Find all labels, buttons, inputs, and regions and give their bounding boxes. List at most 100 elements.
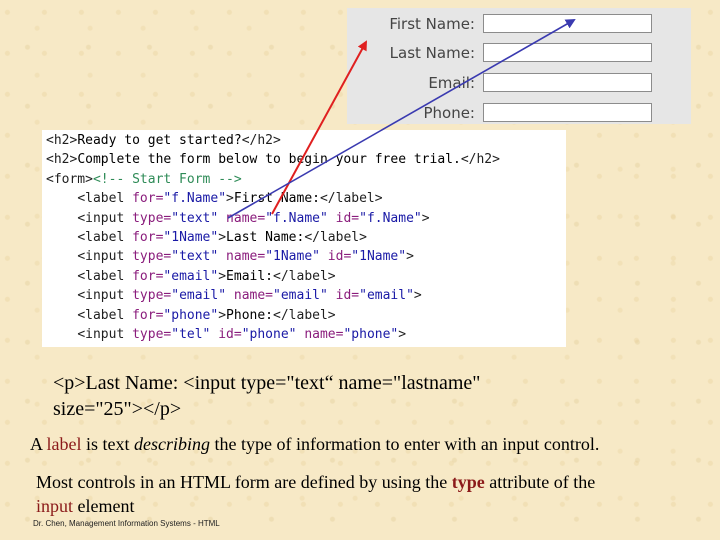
type-sentence-part-a: Most controls in an HTML form are define…: [36, 472, 452, 492]
code-token: <input: [77, 210, 133, 226]
code-line: <input type="text" name="f.Name" id="f.N…: [46, 209, 430, 228]
type-attribute-sentence-line-2: input element: [36, 496, 135, 517]
code-line: <input type="email" name="email" id="ema…: [46, 286, 422, 305]
code-token: for=: [132, 268, 164, 284]
code-token: for=: [132, 230, 164, 245]
label-sentence-part-b: is text: [81, 434, 134, 454]
code-line: <label for="phone">Phone:</label>: [46, 306, 336, 325]
code-token: name=: [226, 288, 274, 304]
form-row-first-name: First Name:: [347, 12, 691, 36]
code-token: </label>: [304, 230, 367, 245]
code-token: type=: [132, 327, 172, 342]
code-token: Ready to get started?: [77, 133, 242, 148]
code-token: <label: [77, 230, 133, 245]
code-line: <input type="text" name="1Name" id="1Nam…: [46, 247, 414, 266]
code-line: <input type="tel" id="phone" name="phone…: [46, 325, 406, 344]
label-sentence-part-a: A: [30, 434, 47, 454]
code-token: name=: [218, 249, 266, 265]
code-token: >: [421, 210, 430, 226]
code-token: <h2>: [46, 133, 78, 148]
form-row-phone: Phone:: [347, 101, 691, 125]
code-token: >: [226, 191, 234, 207]
code-token: type=: [132, 210, 172, 226]
html-code-screenshot: <h2>Ready to get started?</h2> <h2>Comple…: [42, 130, 566, 347]
example-code-line-2: size="25"></p>: [53, 398, 182, 420]
last-name-label: Last Name:: [389, 44, 475, 62]
code-token: Phone:: [226, 307, 274, 323]
code-token: </label>: [273, 268, 336, 284]
code-line: <label for="1Name">Last Name:</label>: [46, 228, 367, 247]
code-token: <label: [77, 191, 133, 207]
code-token: >: [218, 307, 227, 323]
code-line: <label for="email">Email:</label>: [46, 267, 336, 286]
code-line: <label for="f.Name">First Name:</label>: [46, 189, 383, 208]
form-preview-screenshot: First Name: Last Name: Email: Phone:: [347, 8, 691, 124]
code-token: Email:: [226, 268, 274, 284]
email-label: Email:: [428, 74, 475, 92]
code-token: Complete the form below to begin your fr…: [77, 152, 461, 168]
code-token: "email": [359, 288, 414, 304]
code-token: First Name:: [233, 191, 320, 207]
describing-emphasis: describing: [134, 434, 210, 454]
phone-input[interactable]: [483, 103, 652, 122]
code-token: <!-- Start Form -->: [92, 171, 242, 187]
label-sentence-part-c: the type of information to enter with an…: [210, 434, 600, 454]
code-token: </label>: [273, 307, 336, 323]
first-name-label: First Name:: [389, 15, 475, 33]
input-keyword: input: [36, 496, 74, 516]
email-input[interactable]: [483, 73, 652, 92]
phone-label: Phone:: [423, 104, 475, 122]
code-token: "f.Name": [265, 210, 328, 226]
code-token: name=: [296, 327, 344, 342]
form-row-last-name: Last Name:: [347, 41, 691, 65]
code-token: id=: [327, 210, 360, 226]
form-row-email: Email:: [347, 71, 691, 95]
code-token: "email": [171, 288, 227, 304]
code-token: <label: [77, 307, 133, 323]
last-name-input[interactable]: [483, 43, 652, 62]
code-token: <input: [77, 327, 133, 342]
code-token: "text": [171, 210, 219, 226]
code-token: for=: [132, 191, 164, 207]
code-token: <input: [77, 249, 133, 265]
first-name-input[interactable]: [483, 14, 652, 33]
code-token: >: [406, 249, 414, 265]
code-line: <h2>Ready to get started?</h2>: [46, 131, 281, 150]
code-token: </label>: [319, 191, 383, 207]
type-sentence-part-b: attribute of the: [484, 472, 596, 492]
type-attribute-sentence-line-1: Most controls in an HTML form are define…: [36, 472, 595, 493]
code-token: <label: [77, 268, 133, 284]
code-token: <form>: [46, 171, 93, 187]
code-token: "1Name": [163, 230, 219, 245]
code-token: "1Name": [265, 249, 320, 265]
label-keyword: label: [46, 434, 82, 454]
type-sentence-part-c: element: [73, 496, 135, 516]
code-token: "f.Name": [359, 210, 422, 226]
slide-footer: Dr. Chen, Management Information Systems…: [33, 519, 220, 528]
code-token: "phone": [241, 327, 297, 342]
code-token: Last Name:: [226, 230, 305, 245]
code-token: >: [413, 288, 422, 304]
code-token: id=: [319, 249, 352, 265]
code-line: <form><!-- Start Form -->: [46, 170, 242, 189]
code-token: "phone": [343, 327, 399, 342]
code-token: "phone": [163, 307, 219, 323]
code-line: <h2>Complete the form below to begin you…: [46, 150, 500, 169]
code-token: "email": [273, 288, 328, 304]
code-token: >: [218, 230, 227, 245]
code-token: "1Name": [351, 249, 407, 265]
code-token: type=: [132, 249, 172, 265]
code-token: >: [398, 327, 407, 342]
code-token: id=: [210, 327, 242, 342]
code-token: </h2>: [241, 133, 281, 148]
code-token: "email": [163, 268, 219, 284]
code-token: name=: [218, 210, 266, 226]
code-token: type=: [132, 288, 172, 304]
